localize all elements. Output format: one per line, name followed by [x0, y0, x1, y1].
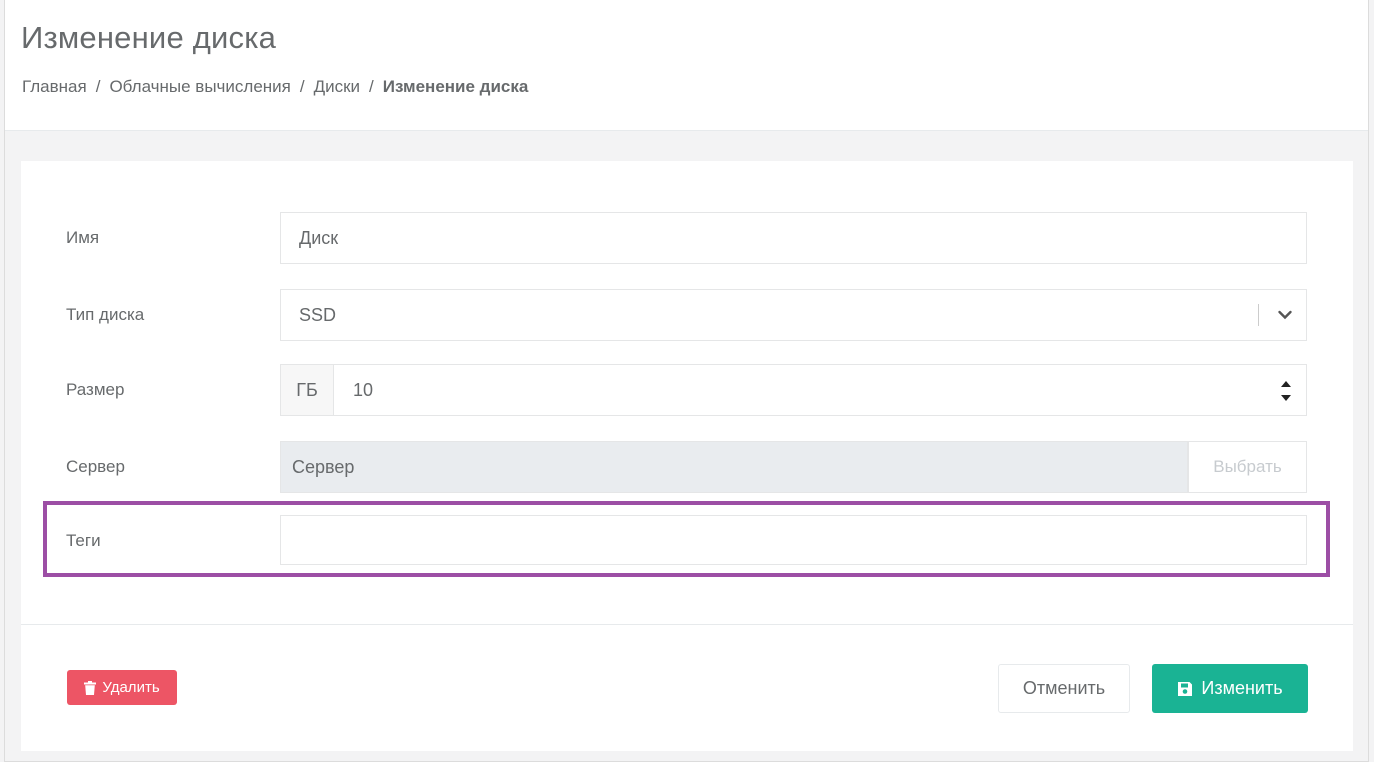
name-row: Имя Диск	[21, 212, 1353, 264]
save-button[interactable]: Изменить	[1152, 664, 1308, 713]
breadcrumb: Главная / Облачные вычисления / Диски / …	[22, 77, 528, 97]
server-input: Сервер	[280, 441, 1188, 493]
page-title: Изменение диска	[21, 20, 277, 55]
chevron-down-icon[interactable]	[1277, 307, 1293, 323]
disk-type-value: SSD	[299, 304, 337, 325]
breadcrumb-cloud[interactable]: Облачные вычисления	[109, 77, 290, 97]
disk-type-select[interactable]: SSD	[280, 289, 1307, 341]
footer-divider	[21, 624, 1353, 625]
breadcrumb-separator: /	[95, 77, 101, 96]
delete-label: Удалить	[102, 679, 160, 696]
tags-highlight-frame	[43, 501, 1330, 577]
server-value: Сервер	[292, 456, 355, 477]
breadcrumb-disks[interactable]: Диски	[314, 77, 360, 97]
breadcrumb-separator: /	[369, 77, 374, 96]
name-label: Имя	[66, 228, 100, 247]
name-input[interactable]: Диск	[280, 212, 1307, 264]
save-label: Изменить	[1201, 678, 1283, 698]
size-value: 10	[353, 379, 374, 400]
delete-button[interactable]: Удалить	[67, 670, 177, 705]
floppy-disk-icon	[1178, 681, 1193, 696]
page-header: Изменение диска Главная / Облачные вычис…	[5, 0, 1368, 131]
cancel-button[interactable]: Отменить	[998, 664, 1130, 713]
name-value: Диск	[299, 227, 339, 248]
select-server-button[interactable]: Выбрать	[1188, 441, 1307, 493]
breadcrumb-current: Изменение диска	[382, 77, 529, 96]
disk-type-label: Тип диска	[66, 305, 145, 324]
size-label: Размер	[66, 380, 125, 399]
page-frame: Изменение диска Главная / Облачные вычис…	[4, 0, 1369, 762]
server-label: Сервер	[66, 457, 125, 476]
size-row: Размер ГБ 10	[21, 364, 1353, 416]
size-unit-addon: ГБ	[281, 365, 334, 415]
edit-disk-card: Имя Диск Тип диска SSD Размер ГБ 10 Серв…	[21, 161, 1353, 751]
spinner-arrows-icon[interactable]	[1279, 375, 1293, 407]
disk-type-row: Тип диска SSD	[21, 289, 1353, 341]
breadcrumb-separator: /	[299, 77, 305, 96]
trash-icon	[84, 680, 97, 695]
server-row: Сервер Сервер Выбрать	[21, 441, 1353, 493]
breadcrumb-home[interactable]: Главная	[22, 77, 87, 97]
select-divider	[1258, 304, 1259, 326]
size-input[interactable]: ГБ 10	[280, 364, 1307, 416]
